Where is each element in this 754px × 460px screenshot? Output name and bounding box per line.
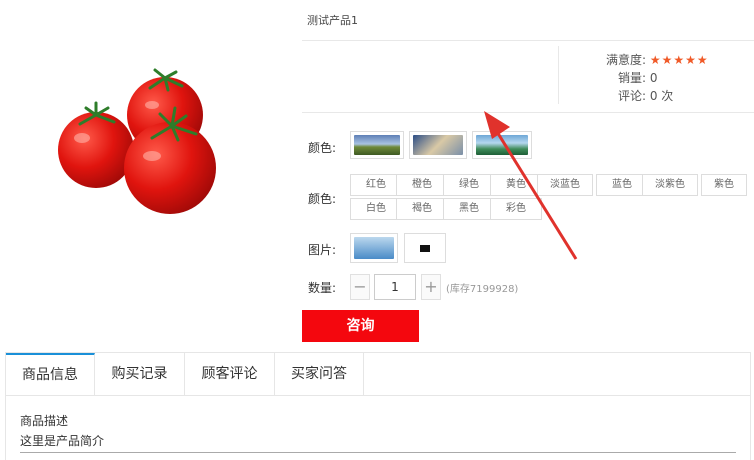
tab-purchase-records[interactable]: 购买记录 [95, 353, 185, 395]
sales-row: 销量: 0 [568, 69, 658, 86]
reviews-row: 评论: 0 次 [568, 87, 673, 104]
annotation-arrow-icon [484, 111, 578, 260]
tab-buyer-qa[interactable]: 买家问答 [275, 353, 364, 395]
divider [20, 452, 736, 453]
tab-customer-reviews[interactable]: 顾客评论 [185, 353, 275, 395]
satisfaction-row: 满意度: ★★★★★ [568, 51, 709, 68]
color-chip[interactable]: 红色 [350, 174, 402, 196]
satisfaction-label: 满意度: [605, 53, 646, 67]
color-option-image-1[interactable] [350, 131, 404, 159]
color-chip[interactable]: 橙色 [396, 174, 448, 196]
color-chip[interactable]: 淡紫色 [642, 174, 698, 196]
color-image-label: 颜色: [308, 141, 337, 155]
quantity-input[interactable]: 1 [374, 274, 416, 300]
star-rating-icon: ★★★★★ [649, 53, 709, 67]
color-option-image-2[interactable] [409, 131, 467, 159]
product-image [0, 0, 300, 330]
picture-label: 图片: [308, 243, 337, 257]
picture-option-b[interactable] [404, 233, 446, 263]
stock-text: (库存7199928) [446, 284, 519, 295]
product-title: 测试产品1 [307, 14, 358, 27]
color-chip[interactable]: 褐色 [396, 198, 448, 220]
quantity-label: 数量: [308, 281, 337, 295]
consult-button[interactable]: 咨询 [302, 310, 419, 342]
tab-product-info[interactable]: 商品信息 [6, 353, 95, 395]
color-chip[interactable]: 蓝色 [596, 174, 648, 196]
tab-content [5, 396, 751, 460]
content-body: 这里是产品简介 [20, 434, 105, 448]
color-chip[interactable]: 白色 [350, 198, 402, 220]
color-text-label: 颜色: [308, 192, 337, 206]
sales-label: 销量: [617, 71, 646, 85]
divider [558, 46, 559, 104]
quantity-minus-button[interactable]: − [350, 274, 370, 300]
sales-value: 0 [649, 71, 658, 85]
quantity-plus-button[interactable]: + [421, 274, 441, 300]
divider [302, 40, 754, 41]
reviews-label: 评论: [617, 89, 646, 103]
tab-bar: 商品信息 购买记录 顾客评论 买家问答 [5, 352, 751, 396]
tomato-image [58, 68, 216, 214]
color-chip[interactable]: 紫色 [701, 174, 747, 196]
content-heading: 商品描述 [20, 414, 69, 428]
picture-option-a[interactable] [350, 233, 398, 263]
reviews-value: 0 次 [649, 89, 674, 103]
